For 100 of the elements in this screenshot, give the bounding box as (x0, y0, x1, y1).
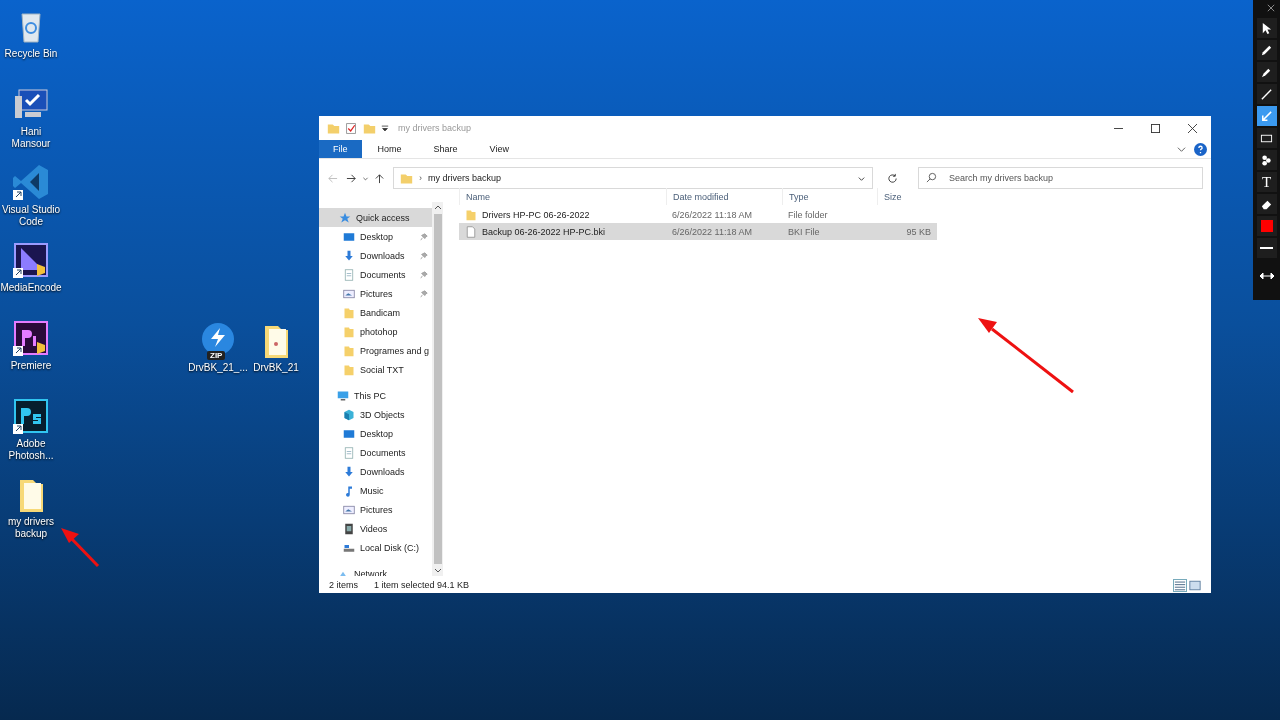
nav-item[interactable]: Quick access (319, 208, 432, 227)
nav-label: Pictures (360, 504, 394, 515)
chevron-icon[interactable] (1177, 144, 1186, 154)
download-arrow-icon (343, 249, 355, 262)
app-icon[interactable] (11, 240, 51, 280)
nav-item[interactable]: Desktop (319, 227, 432, 246)
nav-label: Downloads (360, 250, 406, 261)
text-tool[interactable]: T (1256, 172, 1277, 192)
maximize-icon[interactable] (1151, 123, 1160, 133)
file-menu-button[interactable]: File (319, 140, 362, 158)
line-width-tool[interactable] (1256, 238, 1277, 258)
file-row[interactable]: Backup 06-26-2022 HP-PC.bki 6/26/2022 11:18 AM BKI File 95 KB (459, 223, 937, 240)
folder-icon (343, 306, 355, 319)
expand-icon[interactable] (1258, 272, 1275, 280)
folder-icon (327, 121, 340, 135)
date-modified: 6/26/2022 11:18 AM (671, 209, 753, 220)
nav-item[interactable]: Music (319, 481, 432, 500)
cube-icon (343, 408, 355, 421)
pointer-tool[interactable] (1256, 18, 1277, 38)
line-icon (1260, 87, 1273, 101)
breadcrumb-separator[interactable]: › (419, 173, 422, 183)
nav-item[interactable]: Desktop (319, 424, 432, 443)
file-row[interactable]: Drivers HP-PC 06-26-2022 6/26/2022 11:18 AM File folder (459, 206, 937, 223)
selection-info: 1 item selected 94.1 KB (374, 580, 470, 590)
nav-label: Pictures (360, 288, 394, 299)
nav-item[interactable]: 3D Objects (319, 405, 432, 424)
close-icon[interactable] (1266, 4, 1275, 12)
document-icon (343, 446, 355, 459)
nav-item[interactable]: Local Disk (C:) (319, 538, 432, 557)
icon-label: Premiere (9, 360, 53, 372)
nav-item[interactable]: Documents (319, 265, 432, 284)
icon-label: Hani Mansour (10, 126, 52, 150)
stamp-icon (1260, 153, 1273, 167)
date-modified: 6/26/2022 11:18 AM (671, 226, 753, 237)
pencil-tool[interactable] (1256, 40, 1277, 60)
scroll-up-icon[interactable] (433, 204, 442, 210)
marker-tool[interactable] (1256, 62, 1277, 82)
arrow-icon (1260, 109, 1273, 123)
ribbon-tab[interactable]: Home (361, 140, 418, 158)
folder-icon (343, 344, 355, 357)
help-icon[interactable] (1194, 142, 1207, 156)
nav-item[interactable]: Downloads (319, 462, 432, 481)
up-arrow-icon[interactable] (374, 172, 385, 184)
folder-icon (400, 171, 413, 185)
nav-item[interactable]: Videos (319, 519, 432, 538)
scroll-down-icon[interactable] (433, 568, 442, 574)
nav-item[interactable]: Bandicam (319, 303, 432, 322)
search-field[interactable]: Search my drivers backup (918, 167, 1203, 189)
icon-label: Visual Studio Code (0, 204, 62, 228)
ribbon-tab[interactable]: Share (417, 140, 474, 158)
nav-label: Quick access (356, 212, 410, 223)
nav-item[interactable]: Downloads (319, 246, 432, 265)
icon-label: DrvBK_21_... (187, 362, 249, 374)
eraser-tool[interactable] (1256, 194, 1277, 214)
document-icon (343, 268, 355, 281)
nav-item[interactable]: Documents (319, 443, 432, 462)
column-header[interactable]: Type (782, 188, 877, 205)
item-count: 2 items (329, 580, 358, 590)
nav-label: Downloads (360, 466, 406, 477)
ribbon-tab[interactable]: View (473, 140, 525, 158)
nav-item[interactable]: Pictures (319, 500, 432, 519)
column-header[interactable]: Name (459, 188, 666, 205)
column-header[interactable]: Size (877, 188, 937, 205)
arrow (61, 528, 100, 568)
file-name: Drivers HP-PC 06-26-2022 (482, 209, 590, 220)
large-icons-view-icon[interactable] (1189, 579, 1201, 591)
app-icon[interactable] (11, 162, 51, 202)
nav-label: Documents (360, 269, 407, 280)
app-icon[interactable] (11, 318, 51, 358)
nav-label: Programes and g (360, 345, 431, 356)
nav-item[interactable]: Programes and g (319, 341, 432, 360)
app-icon[interactable] (11, 396, 51, 436)
file-name: Backup 06-26-2022 HP-PC.bki (482, 226, 606, 237)
nav-label: photohop (360, 326, 399, 337)
properties-icon[interactable] (345, 121, 358, 135)
refresh-icon[interactable] (887, 172, 898, 184)
column-header[interactable]: Date modified (666, 188, 782, 205)
nav-item[interactable]: photohop (319, 322, 432, 341)
stamp-tool[interactable] (1256, 150, 1277, 170)
forward-arrow-icon[interactable] (346, 172, 357, 184)
file-icon (465, 225, 477, 238)
nav-label: Desktop (360, 428, 395, 439)
details-view-icon[interactable] (1174, 579, 1186, 591)
scrollbar-thumb[interactable] (433, 214, 442, 564)
address-path[interactable]: my drivers backup (428, 173, 502, 183)
monitor-icon (343, 230, 355, 243)
color-swatch[interactable] (1260, 220, 1273, 232)
file-type: File folder (787, 209, 829, 220)
computer-icon (337, 389, 349, 402)
nav-label: 3D Objects (360, 409, 406, 420)
nav-item[interactable]: Network (319, 564, 432, 576)
nav-item[interactable]: Pictures (319, 284, 432, 303)
rectangle-tool[interactable] (1256, 128, 1277, 148)
nav-item[interactable]: This PC (319, 386, 432, 405)
nav-label: Network (354, 568, 387, 576)
arrow-tool[interactable] (1256, 106, 1277, 126)
line-tool[interactable] (1256, 84, 1277, 104)
nav-item[interactable]: Social TXT (319, 360, 432, 379)
nav-label: Videos (360, 523, 389, 534)
close-icon[interactable] (1188, 123, 1197, 133)
